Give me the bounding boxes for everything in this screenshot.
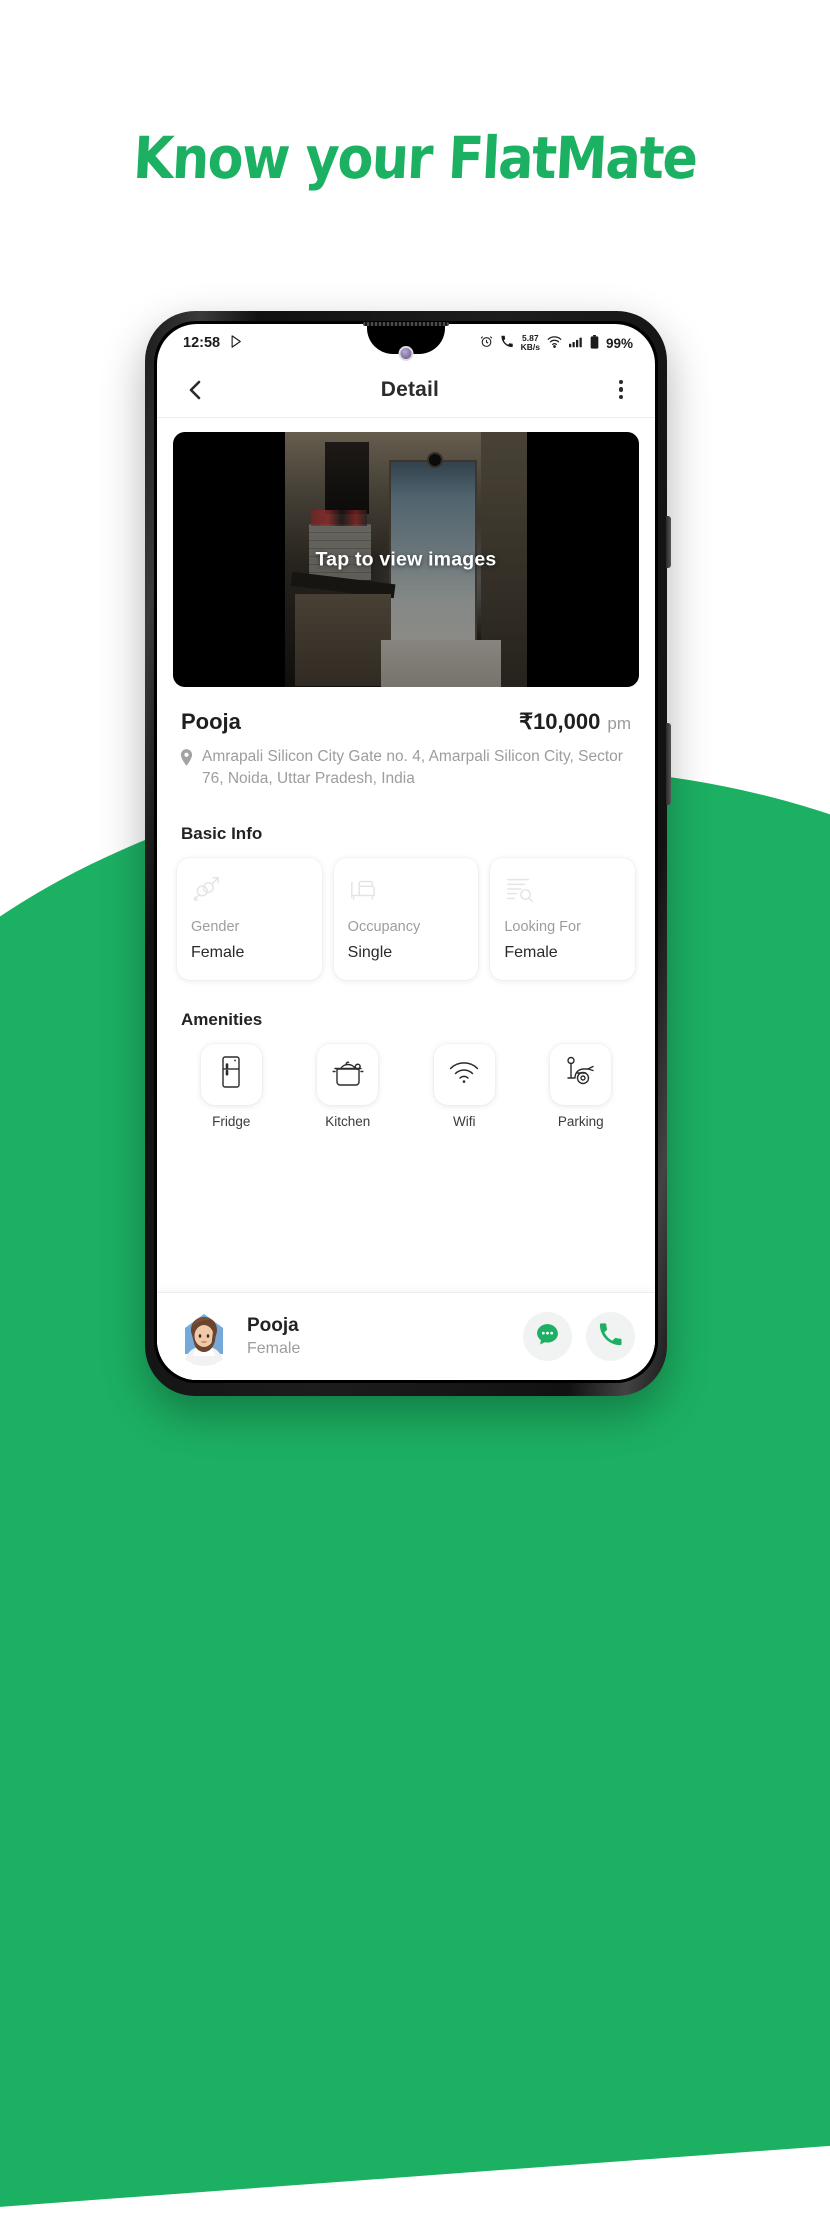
listing-price-unit: pm [607,714,631,733]
basic-info-value: Single [347,944,393,961]
phone-call-icon [598,1322,623,1352]
app-bar: Detail [157,362,655,418]
front-camera-icon [398,346,414,361]
battery-level: 99% [605,335,633,351]
amenities-list: Fridge Kitchen Wifi Parking [157,1030,655,1129]
battery-icon [590,334,599,352]
map-pin-icon [180,749,193,790]
scooter-icon [564,1056,598,1093]
amenity-label: Kitchen [325,1114,371,1129]
basic-info-title: Basic Info [181,824,263,843]
listing-name: Pooja [181,709,241,734]
basic-info-card-occupancy: Occupancy Single [333,858,479,980]
alarm-icon [480,335,493,351]
contact-bottom-bar: Pooja Female [157,1292,655,1380]
back-button[interactable] [181,376,209,404]
amenity-tile [200,1044,262,1105]
amenity-tile [433,1044,495,1105]
listing-address-row: Amrapali Silicon City Gate no. 4, Amarpa… [157,735,655,790]
page-title: Detail [380,377,440,401]
phone-mockup: 12:58 5.87 KB/s 99% Detail Tap to view i… [145,311,671,1396]
phone-power-button [666,516,671,568]
list-search-icon [504,875,621,905]
earpiece-speaker [363,322,449,326]
basic-info-cards: Gender Female Occupancy Single Looking F… [157,844,655,980]
listing-header-row: Pooja ₹10,000 pm [157,687,655,735]
contact-subtitle: Female [247,1340,301,1357]
wifi-icon [448,1060,480,1089]
play-store-icon [229,334,244,353]
status-bar: 12:58 5.87 KB/s 99% [157,324,655,362]
bed-icon [348,875,465,905]
call-vibrate-icon [500,335,514,351]
contact-actions [523,1312,635,1361]
phone-bezel: 12:58 5.87 KB/s 99% Detail Tap to view i… [154,321,658,1383]
page-headline: Know your FlatMate [131,124,699,192]
contact-name: Pooja [247,1315,299,1336]
basic-info-card-looking-for: Looking For Female [490,858,636,980]
basic-info-card-gender: Gender Female [177,858,322,980]
overflow-menu-button[interactable] [611,374,631,406]
fridge-icon [222,1056,240,1093]
cooking-pot-icon [331,1056,365,1093]
gender-symbols-icon [191,875,308,905]
amenity-label: Parking [557,1114,604,1129]
amenity-item-kitchen[interactable]: Kitchen [290,1044,407,1129]
hero-overlay-label: Tap to view images [315,548,497,570]
chevron-left-icon [189,380,200,399]
wifi-icon [547,335,562,351]
cellular-signal-icon [568,336,583,351]
amenity-item-fridge[interactable]: Fridge [173,1044,290,1129]
basic-info-value: Female [191,944,245,961]
basic-info-label: Gender [191,919,240,935]
hero-image-card[interactable]: Tap to view images [173,432,639,687]
status-time: 12:58 [183,335,221,351]
call-button[interactable] [586,1312,635,1361]
amenity-tile [550,1044,612,1105]
chat-button[interactable] [523,1312,572,1361]
amenities-title: Amenities [181,1010,263,1029]
phone-volume-button [666,723,671,805]
network-speed-indicator: 5.87 KB/s [520,333,540,352]
basic-info-label: Occupancy [347,919,421,935]
phone-screen: 12:58 5.87 KB/s 99% Detail Tap to view i… [157,324,655,1380]
avatar [175,1308,233,1366]
listing-price: ₹10,000 [519,709,601,734]
basic-info-label: Looking For [504,919,581,935]
amenity-item-wifi[interactable]: Wifi [406,1044,523,1129]
amenity-item-parking[interactable]: Parking [523,1044,640,1129]
amenity-tile [317,1044,379,1105]
detail-content: Tap to view images Pooja ₹10,000 pm Amra… [157,418,655,1380]
amenity-label: Fridge [212,1114,251,1129]
chat-bubble-icon [535,1322,560,1352]
basic-info-value: Female [504,944,558,961]
amenity-label: Wifi [453,1114,476,1129]
listing-address: Amrapali Silicon City Gate no. 4, Amarpa… [202,748,623,787]
